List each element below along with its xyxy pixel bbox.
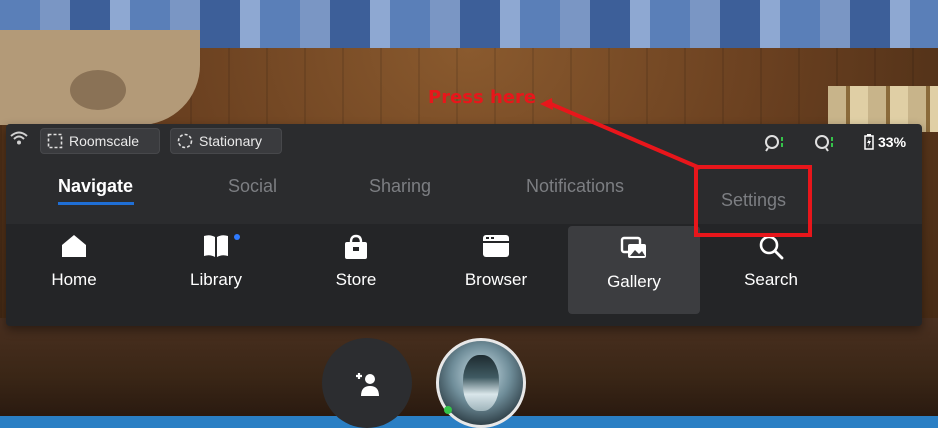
- roomscale-label: Roomscale: [69, 133, 140, 149]
- battery-status: 33%: [864, 134, 906, 150]
- right-controller-icon: [815, 135, 833, 152]
- stationary-button[interactable]: Stationary: [170, 128, 282, 154]
- avatar-portrait: [463, 355, 499, 411]
- left-controller-icon: [765, 135, 783, 152]
- library-icon: [204, 235, 228, 257]
- wifi-icon: [10, 131, 28, 145]
- tab-social[interactable]: Social: [228, 176, 277, 197]
- add-friend-button[interactable]: [322, 338, 412, 428]
- tab-navigate[interactable]: Navigate: [58, 176, 134, 205]
- nav-library[interactable]: Library: [156, 224, 276, 316]
- nav-store[interactable]: Store: [296, 224, 416, 316]
- stationary-label: Stationary: [199, 133, 263, 149]
- tab-social-label: Social: [228, 176, 278, 196]
- annotation-highlight-box: [694, 165, 812, 237]
- nav-search-label: Search: [744, 270, 798, 289]
- nav-library-label: Library: [190, 270, 242, 289]
- roomscale-icon: [47, 133, 63, 149]
- environment-cushion-hole: [70, 70, 126, 110]
- nav-store-label: Store: [335, 270, 377, 289]
- battery-percent: 33%: [878, 134, 907, 150]
- annotation-text: Press here: [428, 87, 537, 108]
- environment-cushion: [0, 30, 200, 125]
- avatar[interactable]: [436, 338, 526, 428]
- status-bar: Roomscale Stationary 33%: [6, 124, 922, 160]
- add-friend-icon: [356, 373, 379, 396]
- library-notification-dot: [234, 234, 240, 240]
- browser-icon: [483, 235, 509, 257]
- nav-home-label: Home: [51, 270, 97, 289]
- active-tab-indicator: [58, 202, 134, 205]
- nav-browser[interactable]: Browser: [436, 224, 556, 316]
- nav-browser-label: Browser: [464, 270, 528, 289]
- tab-navigate-label: Navigate: [58, 176, 134, 196]
- nav-gallery-label: Gallery: [607, 272, 661, 291]
- tab-sharing-label: Sharing: [369, 176, 432, 196]
- store-icon: [345, 234, 367, 259]
- tab-notifications[interactable]: Notifications: [526, 176, 624, 197]
- tab-sharing[interactable]: Sharing: [369, 176, 431, 197]
- roomscale-button[interactable]: Roomscale: [40, 128, 160, 154]
- navigation-row: Home Library Store Browser Gallery Searc…: [6, 224, 922, 326]
- home-icon: [62, 235, 86, 257]
- search-icon: [759, 235, 784, 260]
- tab-notifications-label: Notifications: [526, 176, 625, 196]
- gallery-icon: [620, 236, 646, 258]
- nav-search[interactable]: Search: [711, 224, 831, 316]
- battery-icon: [864, 134, 874, 150]
- online-status-indicator: [444, 406, 452, 414]
- stationary-icon: [177, 133, 193, 149]
- nav-gallery[interactable]: Gallery: [568, 226, 700, 314]
- nav-home[interactable]: Home: [14, 224, 134, 316]
